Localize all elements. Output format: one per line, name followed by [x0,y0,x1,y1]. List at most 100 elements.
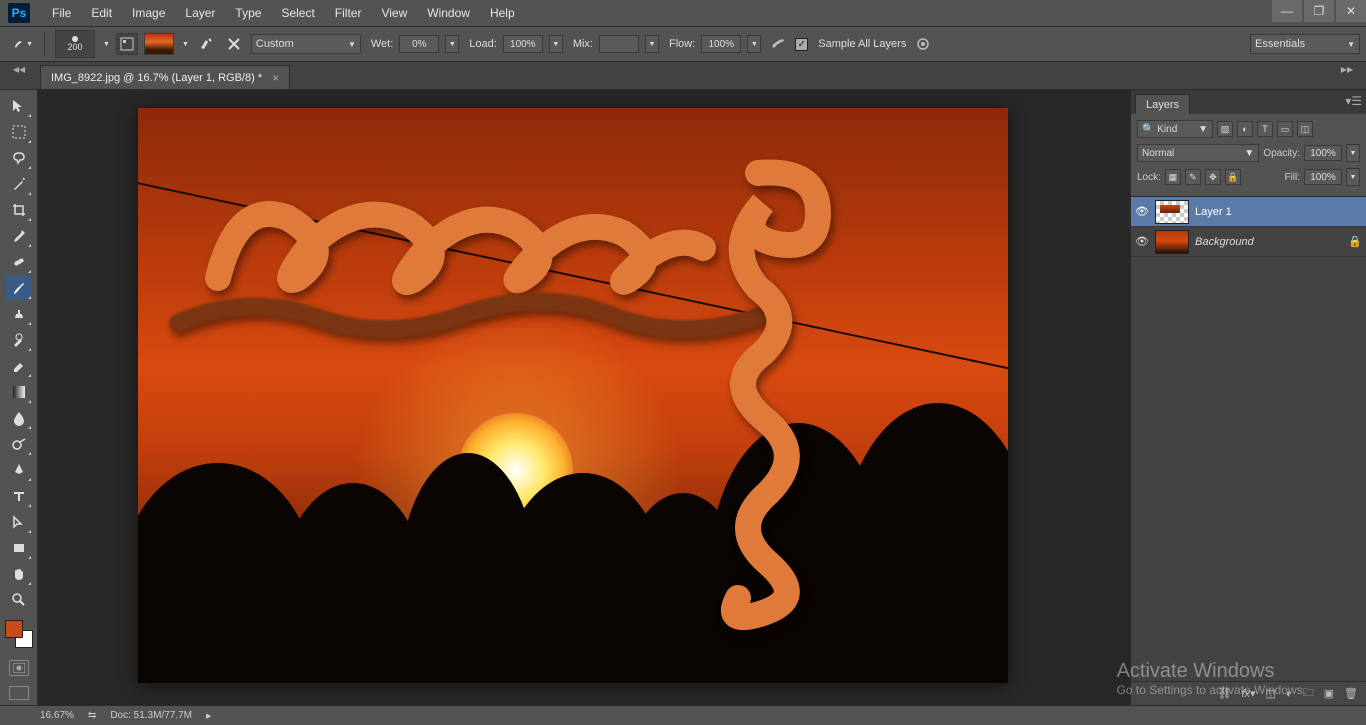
fill-value[interactable]: 100% [1304,169,1342,185]
fill-dropdown[interactable]: ▼ [1346,168,1360,186]
layer-name[interactable]: Background [1195,236,1342,248]
adjustment-layer-icon[interactable]: ◐ [1286,688,1293,700]
panel-menu-icon[interactable]: ▾☰ [1345,94,1362,108]
clone-stamp-tool[interactable] [6,302,32,326]
zoom-tool[interactable] [6,588,32,612]
layer-mask-icon[interactable]: ◫ [1266,687,1276,700]
link-layers-icon[interactable]: ⛓ [1218,687,1232,700]
lock-all-icon[interactable]: 🔒 [1225,169,1241,185]
layer-thumbnail[interactable] [1155,230,1189,254]
eraser-tool[interactable] [6,354,32,378]
workspace-switcher[interactable]: Essentials▼ [1250,34,1360,54]
opacity-value[interactable]: 100% [1304,145,1342,161]
menu-image[interactable]: Image [122,2,175,24]
pen-tool[interactable] [6,458,32,482]
color-swatches[interactable] [5,620,33,648]
document-tab[interactable]: IMG_8922.jpg @ 16.7% (Layer 1, RGB/8) * … [40,65,290,89]
path-selection-tool[interactable] [6,510,32,534]
menu-select[interactable]: Select [271,2,324,24]
move-tool[interactable] [6,94,32,118]
airbrush-toggle[interactable] [767,33,789,55]
menu-file[interactable]: File [42,2,81,24]
collapse-right-icon[interactable]: ▶▶ [1328,62,1366,76]
clean-brush-icon[interactable] [223,33,245,55]
filter-smart-icon[interactable]: ◫ [1297,121,1313,137]
blend-mode-select[interactable]: Normal▼ [1137,144,1259,162]
collapse-left-icon[interactable]: ◀◀ [0,62,38,76]
lock-pixels-icon[interactable]: ✎ [1185,169,1201,185]
layer-row[interactable]: 👁 Background 🔒 [1131,227,1366,257]
visibility-toggle-icon[interactable]: 👁 [1135,205,1149,219]
layer-fx-icon[interactable]: fx▾ [1241,687,1255,700]
zoom-level[interactable]: 16.67% [40,710,74,721]
close-tab-icon[interactable]: × [272,71,279,85]
brush-panel-toggle[interactable] [116,33,138,55]
foreground-color-swatch[interactable] [5,620,23,638]
blur-tool[interactable] [6,406,32,430]
status-extra-icon[interactable]: ⇆ [88,710,96,721]
filter-adjust-icon[interactable]: ◐ [1237,121,1253,137]
menu-edit[interactable]: Edit [81,2,122,24]
status-menu-icon[interactable]: ▶ [206,712,211,720]
minimize-button[interactable]: — [1272,0,1302,22]
layer-row[interactable]: 👁 Layer 1 [1131,197,1366,227]
layer-filter-select[interactable]: 🔍 Kind▼ [1137,120,1213,138]
mix-value[interactable] [599,35,639,53]
delete-layer-icon[interactable]: 🗑 [1344,687,1358,700]
lock-position-icon[interactable]: ✥ [1205,169,1221,185]
quick-mask-toggle[interactable] [9,660,29,676]
maximize-button[interactable]: ❐ [1304,0,1334,22]
brush-load-swatch[interactable] [144,33,174,55]
flow-dropdown[interactable]: ▼ [747,35,761,53]
flow-value[interactable]: 100% [701,35,741,53]
filter-pixel-icon[interactable]: ▧ [1217,121,1233,137]
healing-brush-tool[interactable] [6,250,32,274]
chevron-down-icon[interactable]: ▼ [103,41,110,48]
menu-window[interactable]: Window [417,2,480,24]
opacity-dropdown[interactable]: ▼ [1346,144,1360,162]
screen-mode-toggle[interactable] [9,686,29,700]
layer-group-icon[interactable]: 🗀 [1303,684,1314,703]
marquee-tool[interactable] [6,120,32,144]
visibility-toggle-icon[interactable]: 👁 [1135,235,1149,249]
layers-tab[interactable]: Layers [1135,94,1190,114]
crop-tool[interactable] [6,198,32,222]
gradient-tool[interactable] [6,380,32,404]
wet-preset-select[interactable]: Custom▼ [251,34,361,54]
document-canvas[interactable] [138,108,1008,683]
brush-tool[interactable] [6,276,32,300]
tablet-pressure-toggle[interactable] [912,33,934,55]
mix-dropdown[interactable]: ▼ [645,35,659,53]
hand-tool[interactable] [6,562,32,586]
new-layer-icon[interactable]: ▣ [1324,687,1334,700]
brush-preset-picker[interactable]: 200 [55,30,95,58]
lock-transparency-icon[interactable]: ▦ [1165,169,1181,185]
menu-type[interactable]: Type [225,2,271,24]
magic-wand-tool[interactable] [6,172,32,196]
load-value[interactable]: 100% [503,35,543,53]
layer-name[interactable]: Layer 1 [1195,206,1362,218]
eyedropper-tool[interactable] [6,224,32,248]
menu-help[interactable]: Help [480,2,525,24]
chevron-down-icon[interactable]: ▼ [182,41,189,48]
wet-value[interactable]: 0% [399,35,439,53]
tool-preset-picker[interactable]: ▼ [12,33,34,55]
lasso-tool[interactable] [6,146,32,170]
wet-dropdown[interactable]: ▼ [445,35,459,53]
menu-layer[interactable]: Layer [175,2,225,24]
rectangle-tool[interactable] [6,536,32,560]
close-button[interactable]: ✕ [1336,0,1366,22]
load-brush-icon[interactable] [195,33,217,55]
filter-shape-icon[interactable]: ▭ [1277,121,1293,137]
type-tool[interactable] [6,484,32,508]
doc-size[interactable]: Doc: 51.3M/77.7M [110,710,192,721]
filter-type-icon[interactable]: T [1257,121,1273,137]
menu-filter[interactable]: Filter [325,2,372,24]
history-brush-tool[interactable] [6,328,32,352]
menu-view[interactable]: View [371,2,417,24]
layer-thumbnail[interactable] [1155,200,1189,224]
sample-all-layers-checkbox[interactable]: ✓ [795,38,808,51]
load-dropdown[interactable]: ▼ [549,35,563,53]
dodge-tool[interactable] [6,432,32,456]
canvas-area[interactable] [38,90,1130,705]
